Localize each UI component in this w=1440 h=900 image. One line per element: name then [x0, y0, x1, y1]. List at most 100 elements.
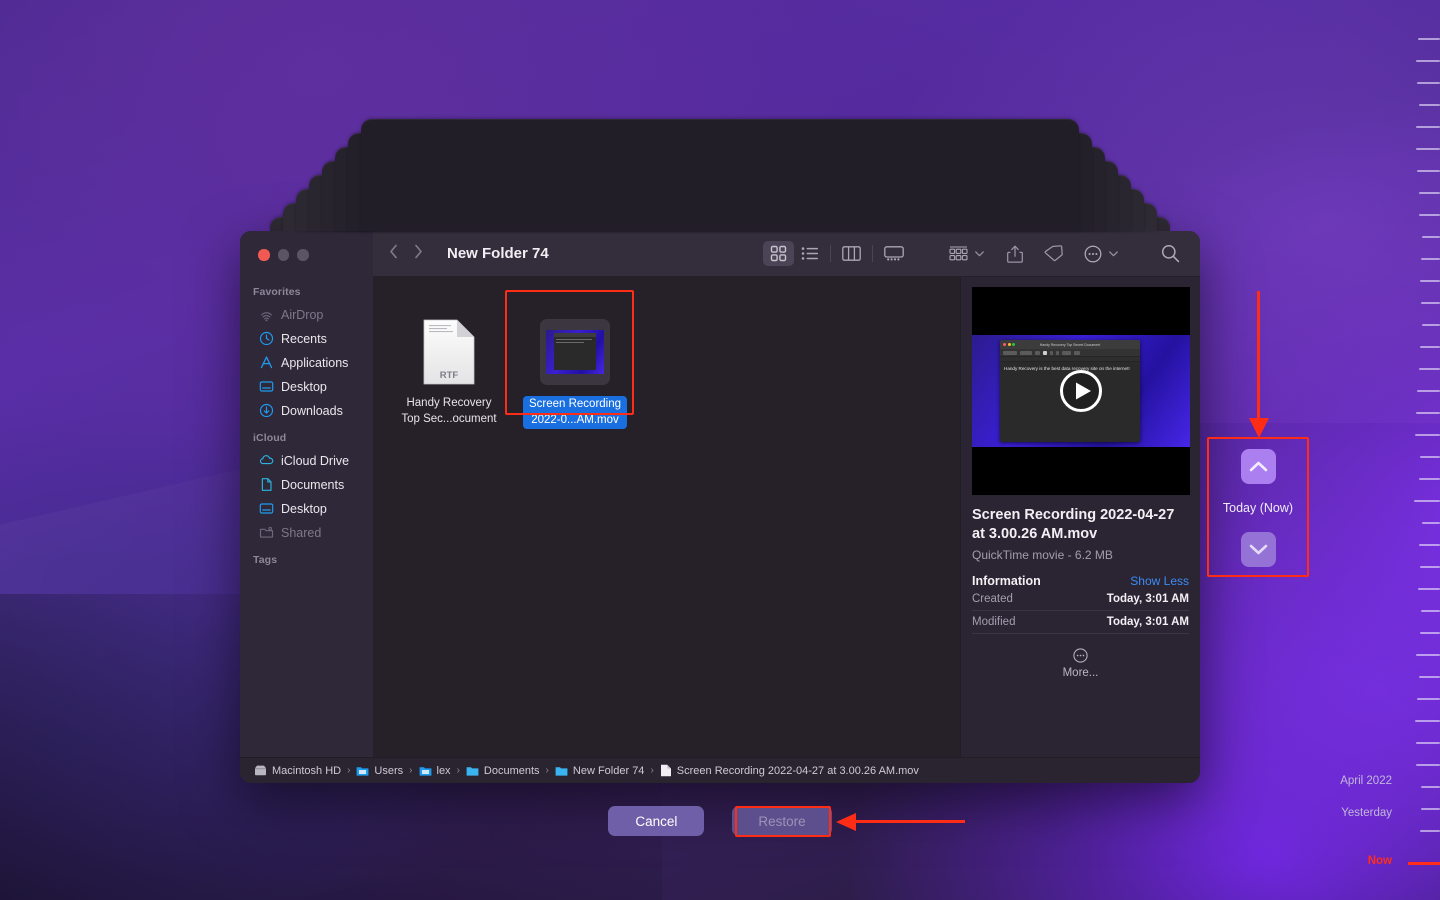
timeline-tick[interactable]: [1421, 302, 1440, 304]
time-machine-window-stack: [0, 0, 1440, 240]
sidebar-item-desktop[interactable]: Desktop: [246, 497, 367, 520]
close-button[interactable]: [258, 249, 270, 261]
timeline-tick[interactable]: [1419, 192, 1440, 194]
timeline-tick[interactable]: [1420, 830, 1440, 832]
time-machine-timeline[interactable]: April 2022 Yesterday Now: [1396, 0, 1440, 900]
breadcrumb-item[interactable]: lex: [419, 765, 451, 777]
file-item-rtf[interactable]: RTF Handy Recovery Top Sec...ocument: [397, 313, 501, 429]
timeline-tick[interactable]: [1415, 720, 1440, 722]
show-less-link[interactable]: Show Less: [1130, 574, 1189, 588]
chevron-down-icon[interactable]: [975, 251, 984, 257]
preview-video-thumbnail[interactable]: Handy Recovery Top Secret Document Handy…: [972, 287, 1190, 495]
timeline-tick[interactable]: [1420, 566, 1440, 568]
gallery-view-button[interactable]: [878, 241, 909, 266]
share-button[interactable]: [999, 241, 1030, 266]
desktop-icon: [259, 379, 274, 394]
timeline-label[interactable]: Now: [1368, 855, 1392, 867]
annotation-arrow-to-timemachine-shaft: [1257, 291, 1260, 419]
sidebar-item-airdrop[interactable]: AirDrop: [246, 303, 367, 326]
file-item-screen-recording[interactable]: Screen Recording 2022-0...AM.mov: [523, 313, 627, 429]
tag-button[interactable]: [1038, 241, 1069, 266]
timeline-tick[interactable]: [1417, 698, 1440, 700]
timeline-tick[interactable]: [1419, 544, 1440, 546]
timeline-tick[interactable]: [1416, 412, 1440, 414]
icon-view-button[interactable]: [763, 241, 794, 266]
timeline-tick[interactable]: [1419, 478, 1440, 480]
timeline-tick[interactable]: [1416, 654, 1440, 656]
more-chevron-down-icon[interactable]: [1109, 251, 1118, 257]
back-button[interactable]: [389, 244, 398, 264]
timeline-label[interactable]: Yesterday: [1341, 807, 1392, 819]
toolbar-divider: [830, 245, 831, 262]
forward-button[interactable]: [414, 244, 423, 264]
more-label: More...: [1063, 667, 1099, 679]
timeline-tick[interactable]: [1416, 742, 1440, 744]
sidebar-item-recents[interactable]: Recents: [246, 327, 367, 350]
timeline-tick[interactable]: [1417, 82, 1440, 84]
timeline-tick[interactable]: [1420, 456, 1440, 458]
maximize-button[interactable]: [297, 249, 309, 261]
sidebar-item-applications[interactable]: Applications: [246, 351, 367, 374]
timeline-tick[interactable]: [1420, 280, 1440, 282]
group-by-button[interactable]: [943, 241, 974, 266]
timeline-now-marker[interactable]: [1408, 862, 1440, 865]
timeline-tick[interactable]: [1417, 390, 1440, 392]
sidebar-item-downloads[interactable]: Downloads: [246, 399, 367, 422]
timeline-tick[interactable]: [1419, 368, 1440, 370]
preview-file-kind-size: QuickTime movie - 6.2 MB: [972, 548, 1189, 562]
timeline-tick[interactable]: [1417, 170, 1440, 172]
timeline-tick[interactable]: [1420, 632, 1440, 634]
timeline-tick[interactable]: [1414, 500, 1440, 502]
embedded-format-bar: [1000, 349, 1140, 357]
timeline-tick[interactable]: [1416, 60, 1440, 62]
timeline-tick[interactable]: [1419, 104, 1440, 106]
timeline-tick[interactable]: [1422, 324, 1440, 326]
timeline-tick[interactable]: [1416, 764, 1440, 766]
timeline-tick[interactable]: [1418, 38, 1440, 40]
list-view-button[interactable]: [794, 241, 825, 266]
timeline-tick[interactable]: [1416, 126, 1440, 128]
timeline-tick[interactable]: [1421, 786, 1440, 788]
time-machine-up-button[interactable]: [1241, 449, 1276, 484]
timeline-tick[interactable]: [1422, 522, 1440, 524]
sidebar-item-label: Downloads: [281, 404, 343, 418]
timeline-tick[interactable]: [1421, 808, 1440, 810]
sidebar-section-header: Tags: [240, 545, 373, 571]
sidebar-item-label: Shared: [281, 526, 321, 540]
more-actions-button[interactable]: [1077, 241, 1108, 266]
timeline-tick[interactable]: [1418, 588, 1440, 590]
timeline-label[interactable]: April 2022: [1340, 775, 1392, 787]
more-button[interactable]: More...: [972, 648, 1189, 679]
timeline-tick[interactable]: [1415, 434, 1440, 436]
sidebar-item-desktop[interactable]: Desktop: [246, 375, 367, 398]
breadcrumb-item[interactable]: Documents: [466, 765, 540, 777]
breadcrumb-item[interactable]: Macintosh HD: [254, 764, 341, 777]
preview-info-value: Today, 3:01 AM: [1107, 616, 1189, 628]
timeline-tick[interactable]: [1421, 258, 1440, 260]
timeline-tick[interactable]: [1419, 214, 1440, 216]
timeline-tick[interactable]: [1416, 148, 1440, 150]
breadcrumb-item[interactable]: New Folder 74: [555, 765, 645, 777]
timeline-tick[interactable]: [1421, 610, 1440, 612]
cancel-button[interactable]: Cancel: [608, 806, 704, 836]
preview-info-row: Modified Today, 3:01 AM: [972, 611, 1189, 634]
timeline-tick[interactable]: [1419, 676, 1440, 678]
breadcrumb-label: lex: [437, 765, 451, 777]
search-button[interactable]: [1155, 241, 1186, 266]
sidebar-item-documents[interactable]: Documents: [246, 473, 367, 496]
sidebar-item-icloud-drive[interactable]: iCloud Drive: [246, 449, 367, 472]
breadcrumb-separator: ›: [546, 765, 549, 776]
breadcrumb-separator: ›: [347, 765, 350, 776]
column-view-button[interactable]: [836, 241, 867, 266]
play-circle-icon[interactable]: [1059, 369, 1103, 413]
minimize-button[interactable]: [278, 249, 290, 261]
restore-button[interactable]: Restore: [732, 806, 831, 836]
timeline-tick[interactable]: [1420, 346, 1440, 348]
folder-icon: [466, 765, 479, 777]
sidebar-item-shared[interactable]: Shared: [246, 521, 367, 544]
breadcrumb-item[interactable]: Screen Recording 2022-04-27 at 3.00.26 A…: [660, 764, 919, 777]
information-label: Information: [972, 574, 1041, 588]
breadcrumb-item[interactable]: Users: [356, 765, 403, 777]
time-machine-down-button[interactable]: [1241, 532, 1276, 567]
timeline-tick[interactable]: [1422, 236, 1440, 238]
